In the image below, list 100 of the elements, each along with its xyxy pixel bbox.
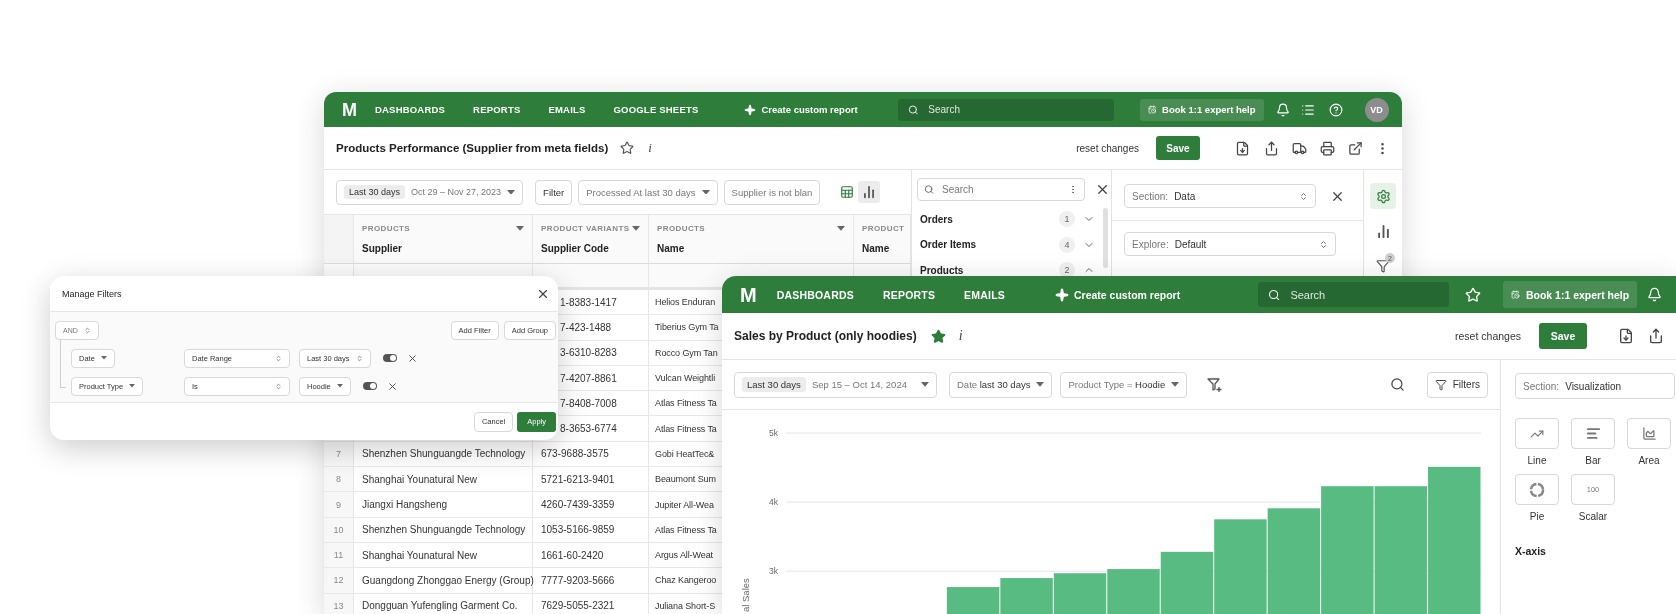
column-header[interactable]: PRODUCTS Name [649,215,854,264]
section-heading: X-axis [1515,545,1547,557]
caret-icon [632,226,640,231]
caret-icon [100,356,107,360]
sort-arrows-icon [83,327,91,334]
star-icon[interactable] [620,141,635,155]
chart-type-label: Pie [1529,511,1545,522]
column-header[interactable]: PRODUCT VARIANTS Supplier Code [533,215,649,264]
nav-link[interactable]: EMAILS [964,288,1005,301]
search-field[interactable]: Search [1258,282,1450,307]
download-icon[interactable] [1618,328,1634,344]
share-icon[interactable] [1264,140,1279,156]
save-button[interactable]: Save [1156,136,1200,160]
reset-changes-link[interactable]: reset changes [1076,142,1139,154]
table-cell: Shanghai Younatural New [354,542,533,569]
notifications-icon[interactable] [1647,287,1663,302]
chart-type-label: Scalar [1578,511,1608,522]
remove-icon[interactable] [386,380,398,392]
nav-link[interactable]: EMAILS [548,104,586,115]
chart-view-button[interactable] [858,181,881,203]
nav-link[interactable]: DASHBOARDS [375,104,446,115]
nav-link[interactable]: DASHBOARDS [776,288,854,301]
star-icon[interactable] [930,328,946,344]
chart-type-button[interactable] [1515,474,1559,505]
settings-tab[interactable] [1370,183,1396,209]
table-cell: 1661-60-2420 [533,542,649,569]
share-icon[interactable] [1648,328,1664,344]
report-title: Products Performance (Supplier from meta fields) [336,142,609,154]
caret-icon [1036,382,1045,387]
print-icon[interactable] [1320,140,1335,156]
table-cell: Shenzhen Shunguangde Technology [354,441,533,468]
search-icon [1268,287,1281,302]
calendar-clock-icon [1147,103,1157,116]
caret-icon [336,384,343,388]
chart-type-button[interactable] [1627,418,1671,449]
filter-chip[interactable]: Processed At last 30 days [578,179,718,205]
filter-chip[interactable]: Date last 30 days [949,371,1053,398]
bar-chart-icon [1375,223,1391,239]
section-select[interactable]: Section: Visualization [1515,373,1675,399]
search-icon[interactable] [1389,377,1405,392]
section-select[interactable]: Section: Data [1124,184,1316,208]
nav-link[interactable]: GOOGLE SHEETS [613,104,699,115]
logo: M [342,100,357,119]
date-range-picker[interactable]: Last 30 days Sep 15 – Oct 14, 2024 [734,371,937,398]
row-number: 7 [324,441,354,468]
search-icon [907,103,919,116]
table-cell: Shanghai Younatural New [354,467,533,493]
row-number: 13 [324,593,354,614]
bar [1107,569,1160,614]
search-field[interactable]: Search [897,98,1114,121]
external-link-icon[interactable] [1348,140,1363,156]
list-icon[interactable] [1300,102,1315,117]
nav-link[interactable]: REPORTS [473,104,521,115]
search-input[interactable]: Search [1290,288,1440,301]
search-input[interactable]: Search [928,104,1104,115]
tick-label: 5k [769,428,778,438]
sort-arrows-icon [355,354,363,362]
toggle-switch[interactable] [382,354,397,362]
row-number: 12 [324,568,354,594]
bar [946,587,1000,614]
area-chart-icon [1641,426,1657,441]
download-icon[interactable] [1235,140,1250,156]
expert-help-button[interactable]: Book 1:1 expert help [1503,281,1638,308]
date-range-picker[interactable]: Last 30 days Oct 29 – Nov 27, 2023 [336,179,524,205]
nav-link[interactable]: REPORTS [882,288,936,301]
filter-button[interactable]: Filter [535,179,573,205]
reset-changes-link[interactable]: reset changes [1455,330,1521,342]
filters-button[interactable]: Filters [1426,371,1488,398]
help-icon[interactable] [1328,102,1343,117]
table-cell: 1053-5166-9859 [533,517,649,543]
save-button[interactable]: Save [1539,323,1587,349]
column-header[interactable]: PRODUCTS Supplier [354,215,533,264]
chart-type-button[interactable] [1571,418,1615,449]
scrollbar [1103,208,1108,268]
expert-help-button[interactable]: Book 1:1 expert help [1139,98,1264,121]
explore-select[interactable]: Explore: Default [1124,232,1336,256]
table-cell: Guangdong Zhonggao Energy (Group) [354,568,533,594]
notifications-icon[interactable] [1275,102,1290,117]
search-input[interactable]: Search [941,184,1061,195]
create-report-link[interactable]: Create custom report [1055,287,1181,302]
connector-line [60,340,66,388]
table-cell: 5721-6213-9401 [533,467,649,493]
field-group[interactable]: Orders 1 [917,213,1111,225]
truck-icon[interactable] [1292,140,1307,156]
field-group[interactable]: Order Items 4 [917,238,1111,251]
filter-chip[interactable]: Product Type = Hoodie [1060,371,1188,398]
create-report-link[interactable]: Create custom report [744,103,858,116]
filter-chip[interactable]: Supplier is not blan [723,179,821,205]
chart-type-label: Bar [1585,455,1601,466]
row-number: 9 [324,492,354,518]
chart-type-label: Line [1527,455,1547,466]
add-filter-icon[interactable] [1207,377,1224,392]
tick-label: 3k [769,566,778,577]
remove-icon[interactable] [406,352,418,364]
toggle-switch[interactable] [362,382,377,390]
close-icon[interactable] [1095,182,1110,197]
info-icon[interactable]: i [648,140,652,156]
info-icon[interactable]: i [958,328,963,344]
search-field[interactable]: Search [917,178,1085,201]
column-header[interactable]: PRODUCT Name [854,215,911,264]
